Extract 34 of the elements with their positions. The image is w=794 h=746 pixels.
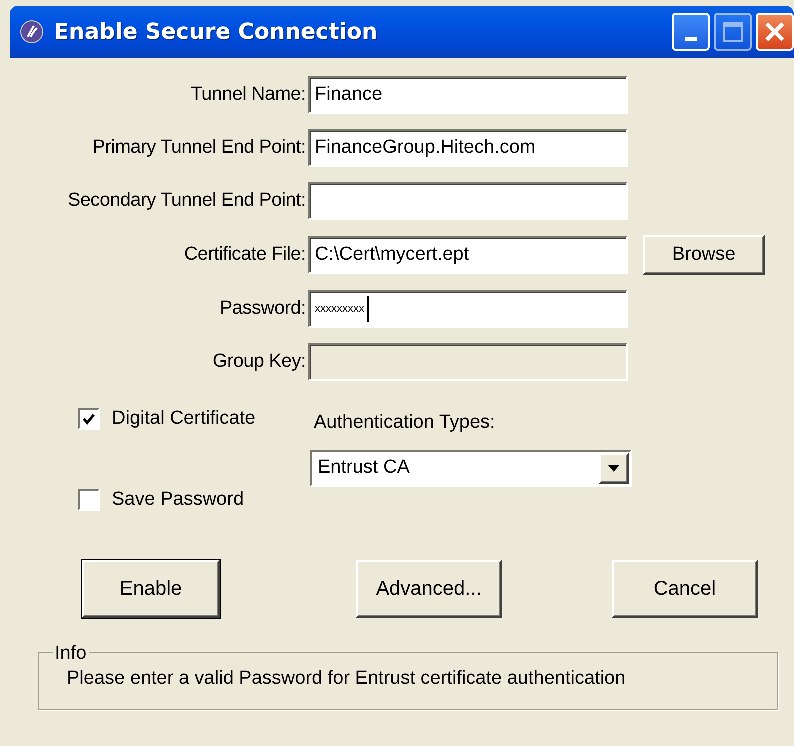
field-label: Tunnel Name: — [190, 82, 307, 107]
caret-icon — [608, 464, 620, 472]
checkbox[interactable] — [78, 488, 100, 511]
maximize-button[interactable] — [714, 13, 752, 51]
browse-button[interactable]: Browse — [643, 235, 765, 275]
input-field[interactable]: FinanceGroup.Hitech.com — [308, 129, 628, 167]
input-field[interactable]: C:\Cert\mycert.ept — [308, 236, 628, 274]
checkbox[interactable] — [78, 408, 100, 430]
info-message: Please enter a valid Password for Entrust certificate authentication — [67, 668, 626, 689]
checkbox-label: Digital Certificate — [112, 407, 256, 431]
dialog-button[interactable]: Cancel — [612, 560, 758, 618]
minimize-icon — [685, 37, 697, 41]
input-field[interactable]: xxxxxxxxx — [308, 290, 628, 328]
field-label: Group Key: — [212, 350, 307, 374]
close-button[interactable] — [756, 13, 794, 51]
minimize-button[interactable] — [672, 13, 710, 51]
close-icon — [764, 21, 786, 43]
maximize-icon — [722, 21, 744, 43]
app-icon — [20, 20, 44, 44]
check-icon — [82, 412, 96, 426]
dropdown[interactable]: Entrust CA — [310, 450, 632, 486]
field-label: Secondary Tunnel End Point: — [66, 188, 307, 213]
dialog-button[interactable]: Enable — [82, 560, 220, 618]
field-label: Certificate File: — [183, 242, 307, 267]
checkbox-label: Save Password — [112, 488, 244, 512]
dropdown-label: Authentication Types: — [314, 411, 496, 435]
window-title: Enable Secure Connection — [54, 18, 378, 46]
input-field[interactable]: Finance — [308, 76, 628, 114]
field-label: Primary Tunnel End Point: — [92, 136, 307, 160]
input-field[interactable] — [308, 182, 628, 220]
field-label: Password: — [218, 296, 307, 321]
dialog-button[interactable]: Advanced... — [356, 560, 502, 618]
dropdown-arrow-button[interactable] — [599, 452, 629, 484]
dropdown-value: Entrust CA — [317, 456, 411, 480]
